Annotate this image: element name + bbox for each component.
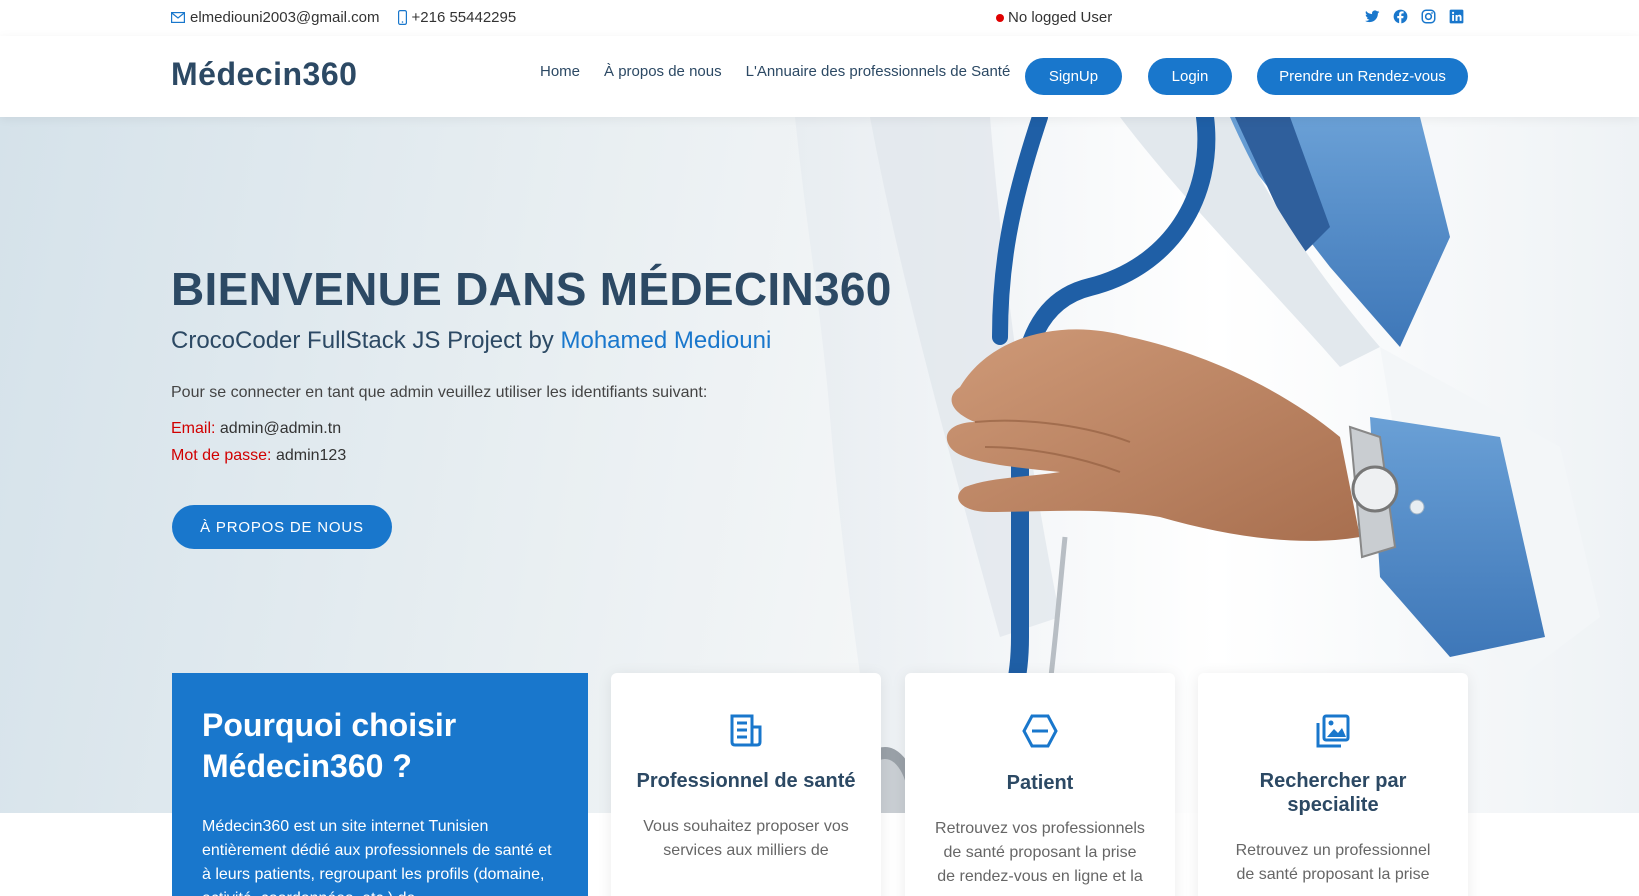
user-status: No logged User: [996, 9, 1112, 26]
why-text: Médecin360 est un site internet Tunisien…: [202, 818, 552, 896]
phone-text: +216 55442295: [411, 9, 517, 26]
admin-login-note: Pour se connecter en tant que admin veui…: [171, 384, 708, 401]
hero-title: BIENVENUE DANS MÉDECIN360: [171, 263, 892, 315]
appointment-button[interactable]: Prendre un Rendez-vous: [1257, 58, 1468, 95]
login-button[interactable]: Login: [1148, 58, 1232, 95]
hero-subtitle-prefix: CrocoCoder FullStack JS Project by: [171, 327, 554, 354]
main-header: Médecin360 Home À propos de nous L'Annua…: [0, 36, 1639, 117]
why-choose-box: Pourquoi choisir Médecin360 ? Médecin360…: [172, 673, 588, 896]
main-nav: Home À propos de nous L'Annuaire des pro…: [540, 63, 1010, 80]
signup-button[interactable]: SignUp: [1025, 58, 1122, 95]
status-dot-icon: [996, 13, 1004, 22]
top-bar: elmediouni2003@gmail.com +216 55442295 N…: [0, 0, 1639, 36]
card-patient[interactable]: Patient Retrouvez vos professionnels de …: [905, 673, 1175, 896]
card-title: Professionnel de santé: [636, 770, 856, 792]
email-contact[interactable]: elmediouni2003@gmail.com: [171, 9, 380, 26]
card-title: Patient: [1006, 772, 1074, 794]
password-label: Mot de passe:: [171, 447, 272, 464]
card-text: Vous souhaitez proposer vos services aux…: [643, 818, 849, 859]
why-title: Pourquoi choisir Médecin360 ?: [202, 707, 457, 784]
nav-about[interactable]: À propos de nous: [604, 63, 722, 80]
email-value: admin@admin.tn: [219, 420, 342, 437]
nav-home[interactable]: Home: [540, 63, 580, 80]
nav-directory[interactable]: L'Annuaire des professionnels de Santé: [746, 63, 1011, 80]
password-value: admin123: [275, 447, 347, 464]
email-text: elmediouni2003@gmail.com: [190, 9, 380, 26]
document-icon: [730, 714, 762, 747]
contact-info: elmediouni2003@gmail.com +216 55442295: [171, 9, 516, 26]
hero-subtitle: CrocoCoder FullStack JS Project by Moham…: [171, 327, 771, 355]
user-status-text: No logged User: [1008, 9, 1113, 26]
linkedin-icon[interactable]: [1449, 9, 1464, 24]
card-search-specialty[interactable]: Rechercher par specialite Retrouvez un p…: [1198, 673, 1468, 896]
hero-author: Mohamed Mediouni: [560, 327, 772, 354]
instagram-icon[interactable]: [1421, 9, 1436, 24]
card-text: Retrouvez un professionnel de santé prop…: [1235, 842, 1431, 883]
card-professional[interactable]: Professionnel de santé Vous souhaitez pr…: [611, 673, 881, 896]
about-us-button[interactable]: À PROPOS DE NOUS: [172, 505, 392, 549]
twitter-icon[interactable]: [1365, 9, 1380, 24]
card-title: Rechercher par specialite: [1259, 770, 1407, 816]
envelope-icon: [171, 12, 185, 23]
hexagon-icon: [1022, 714, 1058, 748]
logo[interactable]: Médecin360: [171, 56, 357, 93]
phone-contact[interactable]: +216 55442295: [397, 9, 517, 26]
phone-icon: [397, 10, 407, 25]
admin-password-row: Mot de passe: admin123: [171, 447, 346, 465]
card-text: Retrouvez vos professionnels de santé pr…: [935, 820, 1145, 885]
email-label: Email:: [171, 420, 216, 437]
images-icon: [1316, 714, 1350, 748]
facebook-icon[interactable]: [1393, 9, 1408, 24]
social-links: [1365, 9, 1464, 24]
admin-email-row: Email: admin@admin.tn: [171, 420, 341, 438]
